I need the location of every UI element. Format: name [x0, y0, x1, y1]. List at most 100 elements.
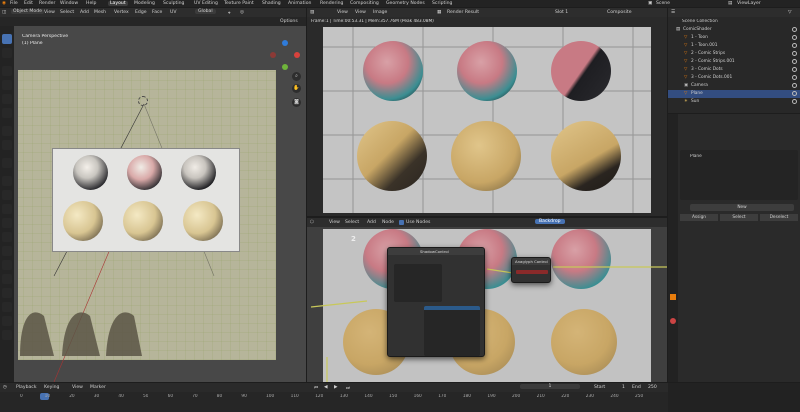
outliner-row[interactable]: ▽ 3 - Comic Dots: [668, 66, 800, 74]
menu-file[interactable]: File: [10, 1, 18, 6]
visibility-eye-icon[interactable]: [792, 67, 797, 72]
scene-icon[interactable]: ▣: [648, 1, 652, 6]
annotate-tool-icon[interactable]: [2, 126, 12, 136]
compositor-menu-select[interactable]: Select: [345, 220, 359, 225]
anaglyph-control-node[interactable]: Anaglyph Control: [511, 257, 551, 283]
viewport-menu-face[interactable]: Face: [152, 10, 162, 15]
shadow-inner-node[interactable]: [394, 264, 442, 302]
measure-tool-icon[interactable]: [2, 140, 12, 150]
outliner-row[interactable]: ▽ 2 - Comic Strips.001: [668, 58, 800, 66]
compositor-menu-node[interactable]: Node: [382, 220, 394, 225]
anaglyph-red-slider[interactable]: [516, 270, 548, 274]
compositor-canvas[interactable]: 2 ShadowControl Anaglyph Control: [307, 227, 667, 382]
tab-scripting[interactable]: Scripting: [432, 1, 452, 6]
new-material-button[interactable]: New: [690, 204, 794, 211]
menu-window[interactable]: Window: [60, 1, 78, 6]
pan-hand-icon[interactable]: ✋: [292, 84, 301, 93]
shear-tool-icon[interactable]: [2, 316, 12, 326]
outliner-row[interactable]: ▽ 3 - Comic Dots.001: [668, 74, 800, 82]
tab-compositing[interactable]: Compositing: [350, 1, 379, 6]
viewport-menu-add[interactable]: Add: [80, 10, 89, 15]
add-cube-tool-icon[interactable]: [2, 158, 12, 168]
outliner-row[interactable]: ▽ 1 - Toon: [668, 34, 800, 42]
play-icon[interactable]: ▶: [334, 385, 338, 390]
timeline-menu-playback[interactable]: Playback: [16, 385, 37, 390]
visibility-eye-icon[interactable]: [792, 83, 797, 88]
blender-logo-icon[interactable]: ◉: [2, 1, 6, 6]
viewport-menu-select[interactable]: Select: [60, 10, 74, 15]
tab-material-icon[interactable]: [670, 318, 676, 324]
image-editor-icon[interactable]: ▨: [310, 10, 314, 15]
sphere-4-toon[interactable]: [63, 201, 103, 241]
timeline-menu-marker[interactable]: Marker: [90, 385, 106, 390]
outliner-row[interactable]: ▽ 1 - Toon.001: [668, 42, 800, 50]
viewlayer-icon[interactable]: ▤: [728, 1, 732, 6]
backdrop-toggle[interactable]: Backdrop: [535, 219, 565, 224]
outliner-row[interactable]: ▽ Plane: [668, 90, 800, 98]
smooth-tool-icon[interactable]: [2, 274, 12, 284]
material-slot-item[interactable]: Plane: [690, 154, 702, 159]
rip-tool-icon[interactable]: [2, 330, 12, 340]
zoom-icon[interactable]: ⌕: [292, 72, 301, 81]
gizmo-x-icon[interactable]: [294, 52, 300, 58]
tab-shading[interactable]: Shading: [262, 1, 281, 6]
sphere-1-toon[interactable]: [73, 155, 108, 190]
outliner-row[interactable]: ☀ Sun: [668, 98, 800, 106]
spin-tool-icon[interactable]: [2, 260, 12, 270]
camera-frame[interactable]: [52, 148, 240, 252]
render-menu-image[interactable]: Image: [373, 10, 387, 15]
use-nodes-label[interactable]: Use Nodes: [406, 220, 430, 225]
viewport-menu-view[interactable]: View: [44, 10, 55, 15]
render-menu-view2[interactable]: View: [355, 10, 366, 15]
render-menu-view[interactable]: View: [337, 10, 348, 15]
viewlayer-label[interactable]: ViewLayer: [737, 1, 761, 6]
menu-help[interactable]: Help: [86, 1, 96, 6]
current-frame-field[interactable]: 1: [520, 384, 580, 389]
visibility-eye-icon[interactable]: [792, 59, 797, 64]
shadow-control-node[interactable]: ShadowControl: [387, 247, 485, 357]
use-nodes-checkbox[interactable]: [399, 220, 404, 225]
shadow-inner-node-2[interactable]: [424, 306, 480, 356]
visibility-eye-icon[interactable]: [792, 75, 797, 80]
tab-animation[interactable]: Animation: [288, 1, 311, 6]
select-button[interactable]: Select: [720, 214, 758, 221]
select-tool-icon[interactable]: [2, 34, 12, 44]
tab-object-icon[interactable]: [670, 294, 676, 300]
camera-view-icon[interactable]: ◙: [292, 98, 301, 107]
tab-texture-paint[interactable]: Texture Paint: [224, 1, 254, 6]
timeline-menu-keying[interactable]: Keying: [44, 385, 59, 390]
scale-tool-icon[interactable]: [2, 94, 12, 104]
options-dropdown[interactable]: Options: [280, 19, 298, 24]
scene-label[interactable]: Scene: [656, 1, 670, 6]
extrude-tool-icon[interactable]: [2, 176, 12, 186]
menu-render[interactable]: Render: [39, 1, 55, 6]
end-field[interactable]: 250: [648, 385, 657, 390]
jump-end-icon[interactable]: ⏭: [346, 385, 350, 391]
assign-button[interactable]: Assign: [680, 214, 718, 221]
visibility-eye-icon[interactable]: [792, 27, 797, 32]
visibility-eye-icon[interactable]: [792, 43, 797, 48]
outliner-row[interactable]: ▤ ComicShader: [668, 26, 800, 34]
play-reverse-icon[interactable]: ◀: [324, 385, 328, 390]
rotate-tool-icon[interactable]: [2, 80, 12, 90]
timeline-menu-view[interactable]: View: [72, 385, 83, 390]
deselect-button[interactable]: Deselect: [760, 214, 798, 221]
move-tool-icon[interactable]: [2, 66, 12, 76]
filter-icon[interactable]: ▽: [788, 10, 792, 15]
viewport-menu-edge[interactable]: Edge: [135, 10, 147, 15]
start-field[interactable]: 1: [622, 385, 625, 390]
tab-sculpting[interactable]: Sculpting: [163, 1, 184, 6]
tab-rendering[interactable]: Rendering: [320, 1, 343, 6]
visibility-eye-icon[interactable]: [792, 35, 797, 40]
edge-slide-tool-icon[interactable]: [2, 288, 12, 298]
editor-type-icon[interactable]: ◫: [2, 10, 6, 15]
tab-modeling[interactable]: Modeling: [134, 1, 155, 6]
outliner-row[interactable]: ▣ Camera: [668, 82, 800, 90]
tab-layout[interactable]: Layout: [108, 1, 128, 6]
visibility-eye-icon[interactable]: [792, 51, 797, 56]
sphere-6-dots[interactable]: [183, 201, 223, 241]
gizmo-y-icon[interactable]: [282, 64, 288, 70]
slot-dropdown[interactable]: Slot 1: [555, 10, 568, 15]
snap-icon[interactable]: ⌖: [228, 10, 231, 16]
transform-tool-icon[interactable]: [2, 108, 12, 118]
